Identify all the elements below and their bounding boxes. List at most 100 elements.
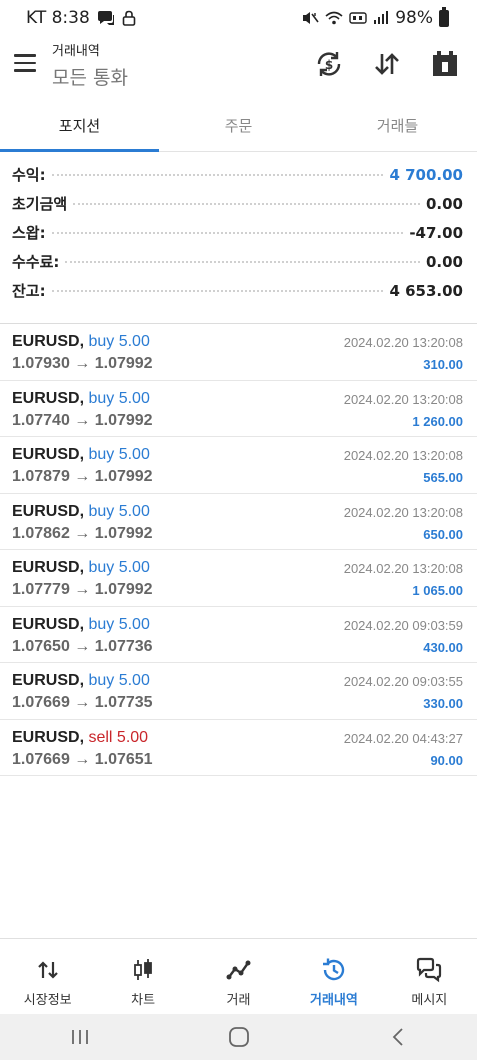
summary-value: 0.00 xyxy=(425,253,463,271)
summary-row-balance: 잔고: 4 653.00 xyxy=(12,280,463,309)
trade-side: buy 5.00 xyxy=(88,559,150,576)
nav-history[interactable]: 거래내역 xyxy=(286,939,381,1014)
trade-profit: 310.00 xyxy=(423,357,463,372)
trade-prices: 1.07862 → 1.07992 xyxy=(12,524,153,542)
status-bar: KT 8:38 98% xyxy=(0,0,477,36)
currency-filter-title[interactable]: 모든 통화 xyxy=(52,63,128,90)
battery-text: 98% xyxy=(395,8,433,28)
dotted-leader xyxy=(73,203,420,205)
trade-list: EURUSD, buy 5.00 1.07930 → 1.07992 2024.… xyxy=(0,324,477,776)
menu-button[interactable] xyxy=(14,54,38,74)
calendar-button[interactable] xyxy=(427,46,463,82)
trade-title: EURUSD, buy 5.00 xyxy=(12,503,150,521)
trade-row[interactable]: EURUSD, buy 5.00 1.07740 → 1.07992 2024.… xyxy=(0,381,477,437)
trade-prices: 1.07740 → 1.07992 xyxy=(12,411,153,429)
tab-positions[interactable]: 포지션 xyxy=(0,104,159,152)
candlestick-chart-icon xyxy=(132,957,154,983)
bottom-nav: 시장정보 차트 거래 거래내역 메시지 xyxy=(0,938,477,1014)
trade-title: EURUSD, buy 5.00 xyxy=(12,616,150,634)
carrier-time: KT 8:38 xyxy=(26,8,90,28)
hamburger-line xyxy=(14,61,36,64)
title-block: 거래내역 모든 통화 xyxy=(52,40,128,90)
trade-profit: 90.00 xyxy=(430,752,463,768)
trade-symbol: EURUSD, xyxy=(12,559,85,576)
nav-label: 시장정보 xyxy=(23,993,72,1008)
trade-time: 2024.02.20 13:20:08 xyxy=(343,504,463,520)
summary-row-profit: 수익: 4 700.00 xyxy=(12,164,463,193)
trade-profit: 430.00 xyxy=(423,639,463,655)
nav-chart[interactable]: 차트 xyxy=(95,939,190,1014)
trade-side: buy 5.00 xyxy=(88,615,150,633)
trade-title: EURUSD, buy 5.00 xyxy=(12,333,150,351)
recent-apps-button[interactable] xyxy=(50,1017,110,1057)
nav-trade[interactable]: 거래 xyxy=(191,939,286,1014)
trade-profit: 1 260.00 xyxy=(412,413,463,429)
trade-time: 2024.02.20 09:03:59 xyxy=(343,617,463,633)
home-button[interactable] xyxy=(209,1017,269,1057)
trade-time: 2024.02.20 09:03:55 xyxy=(343,674,463,689)
trade-profit: 330.00 xyxy=(423,696,463,711)
trade-side: sell 5.00 xyxy=(88,728,149,746)
lock-icon xyxy=(122,10,136,26)
trade-row[interactable]: EURUSD, buy 5.00 1.07879 → 1.07992 2024.… xyxy=(0,437,477,494)
summary-label: 초기금액 xyxy=(12,195,68,213)
trade-symbol: EURUSD, xyxy=(12,728,85,746)
summary-row-swap: 스왑: -47.00 xyxy=(12,222,463,251)
trade-title: EURUSD, sell 5.00 xyxy=(12,729,148,747)
trade-title: EURUSD, buy 5.00 xyxy=(12,559,150,577)
trade-side: buy 5.00 xyxy=(88,333,150,350)
back-chevron-icon xyxy=(392,1028,403,1046)
trade-title: EURUSD, buy 5.00 xyxy=(12,446,150,464)
dotted-leader xyxy=(51,290,384,292)
trade-symbol: EURUSD, xyxy=(12,672,85,689)
summary-value: 0.00 xyxy=(425,195,463,213)
trade-symbol: EURUSD, xyxy=(12,502,85,520)
nav-label: 거래 xyxy=(226,993,251,1008)
trade-side: buy 5.00 xyxy=(88,446,150,463)
status-right: 98% xyxy=(301,6,449,28)
wifi-icon xyxy=(325,11,343,25)
lte-icon xyxy=(349,12,367,24)
history-clock-icon xyxy=(321,957,347,983)
trade-row[interactable]: EURUSD, buy 5.00 1.07930 → 1.07992 2024.… xyxy=(0,324,477,381)
trade-row[interactable]: EURUSD, buy 5.00 1.07779 → 1.07992 2024.… xyxy=(0,550,477,607)
hamburger-line xyxy=(14,54,36,57)
trade-side: buy 5.00 xyxy=(88,389,150,407)
trade-side: buy 5.00 xyxy=(88,502,150,520)
trade-side: buy 5.00 xyxy=(88,672,150,689)
trade-symbol: EURUSD, xyxy=(12,333,85,350)
calendar-icon xyxy=(433,51,457,76)
system-nav-bar xyxy=(0,1014,477,1060)
trade-title: EURUSD, buy 5.00 xyxy=(12,390,150,408)
dotted-leader xyxy=(51,174,384,176)
dotted-leader xyxy=(51,232,404,234)
trade-symbol: EURUSD, xyxy=(12,389,85,407)
trade-time: 2024.02.20 13:20:08 xyxy=(343,561,463,576)
tab-bar: 포지션 주문 거래들 xyxy=(0,104,477,152)
home-icon xyxy=(228,1027,249,1047)
back-button[interactable] xyxy=(368,1017,428,1057)
recent-apps-icon xyxy=(71,1030,88,1044)
trade-row[interactable]: EURUSD, sell 5.00 1.07669 → 1.07651 2024… xyxy=(0,720,477,776)
trade-prices: 1.07879 → 1.07992 xyxy=(12,468,153,485)
summary-label: 수익: xyxy=(12,166,46,184)
trade-time: 2024.02.20 04:43:27 xyxy=(343,730,463,746)
trade-row[interactable]: EURUSD, buy 5.00 1.07650 → 1.07736 2024.… xyxy=(0,607,477,663)
chat-bubbles-icon xyxy=(415,957,443,983)
summary-value: 4 700.00 xyxy=(389,166,463,184)
trade-row[interactable]: EURUSD, buy 5.00 1.07669 → 1.07735 2024.… xyxy=(0,663,477,720)
dotted-leader xyxy=(65,261,420,263)
quotes-arrows-icon xyxy=(37,957,59,983)
trade-symbol: EURUSD, xyxy=(12,446,85,463)
nav-label: 거래내역 xyxy=(310,993,358,1008)
tab-orders[interactable]: 주문 xyxy=(159,104,318,151)
trade-row[interactable]: EURUSD, buy 5.00 1.07862 → 1.07992 2024.… xyxy=(0,494,477,550)
battery-icon xyxy=(439,6,449,27)
sort-button[interactable] xyxy=(369,46,405,82)
nav-quotes[interactable]: 시장정보 xyxy=(0,939,95,1014)
trade-time: 2024.02.20 13:20:08 xyxy=(343,391,463,407)
currency-exchange-button[interactable]: $ xyxy=(311,46,347,82)
status-left: KT 8:38 xyxy=(26,8,136,28)
nav-messages[interactable]: 메시지 xyxy=(382,939,477,1014)
tab-deals[interactable]: 거래들 xyxy=(318,104,477,151)
